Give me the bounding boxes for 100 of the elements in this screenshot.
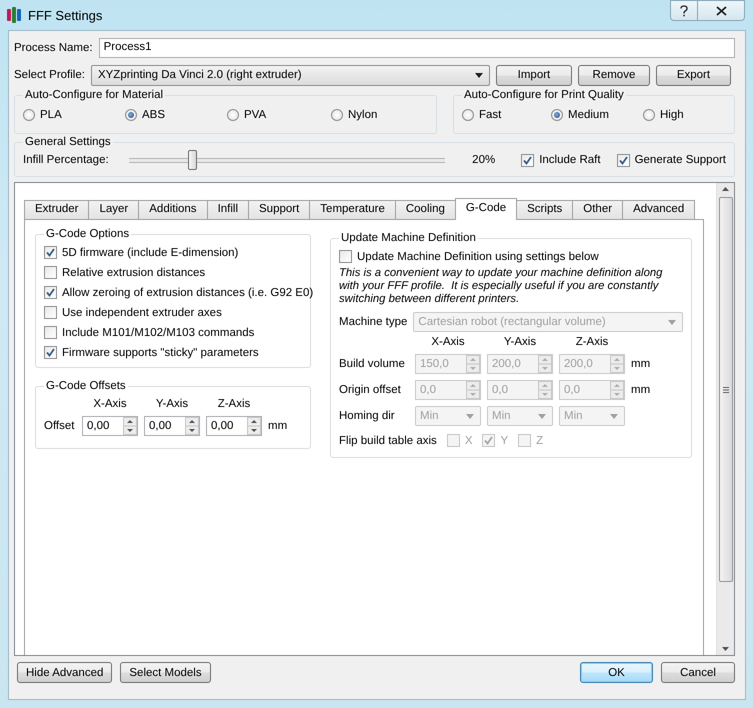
checkbox[interactable] — [446, 434, 460, 447]
slider-value: 20% — [471, 154, 496, 166]
tab[interactable]: Scripts — [517, 200, 574, 219]
grip-icon — [722, 386, 728, 392]
slider-label: Infill Percentage: — [23, 154, 109, 166]
help-button[interactable] — [670, 0, 698, 21]
radio-label[interactable]: High — [660, 109, 684, 121]
spin-box[interactable]: 0,00 — [206, 416, 262, 436]
spin-arrows-icon[interactable] — [185, 417, 199, 435]
checkbox[interactable] — [44, 266, 57, 279]
footer-button[interactable]: Hide Advanced — [17, 662, 112, 683]
group-title: G-Code Options — [46, 228, 130, 240]
axis-label: X-Axis — [92, 398, 128, 410]
row-label: Origin offset — [339, 384, 402, 396]
field-label: Process Name: — [14, 42, 93, 54]
dialog-button[interactable]: Cancel — [661, 662, 735, 683]
radio-button[interactable] — [125, 109, 137, 121]
close-icon — [716, 6, 726, 16]
tab[interactable]: Temperature — [310, 200, 396, 219]
checkbox[interactable] — [44, 326, 57, 339]
row-label: Offset — [44, 420, 76, 432]
profile-button[interactable]: Import — [496, 64, 572, 86]
group-title: G-Code Offsets — [46, 380, 126, 392]
profile-button[interactable]: Remove — [578, 64, 650, 86]
checkbox[interactable] — [616, 154, 630, 166]
tab[interactable]: Advanced — [623, 200, 696, 219]
footer-button[interactable]: Select Models — [120, 662, 211, 683]
app-icon — [7, 7, 21, 23]
caret-icon — [668, 320, 676, 324]
radio-label[interactable]: Fast — [479, 109, 502, 121]
slider-thumb[interactable] — [188, 150, 197, 170]
radio-button[interactable] — [227, 109, 239, 121]
radio-button[interactable] — [551, 109, 563, 121]
checkbox-label[interactable]: Generate Support — [634, 154, 726, 166]
radio-button[interactable] — [23, 109, 35, 121]
axis-label: Y-Axis — [154, 398, 190, 410]
group-title: Auto-Configure for Material — [25, 89, 164, 101]
radio-label[interactable]: PVA — [244, 109, 266, 121]
caret-icon — [538, 414, 546, 418]
checkbox[interactable] — [521, 154, 534, 166]
unit-label: mm — [631, 358, 652, 370]
profile-dropdown[interactable]: XYZprinting Da Vinci 2.0 (right extruder) — [90, 64, 490, 86]
unit-label: mm — [268, 420, 288, 432]
scroll-down-icon[interactable] — [722, 647, 729, 651]
tab[interactable]: Cooling — [396, 200, 456, 219]
spin-arrows-icon[interactable] — [123, 417, 137, 435]
field-label: Machine type — [339, 316, 408, 328]
field-label: Select Profile: — [14, 69, 85, 81]
checkbox[interactable] — [44, 346, 57, 359]
spin-box[interactable]: 0,00 — [82, 416, 138, 436]
checkbox-label[interactable]: Include M101/M102/M103 commands — [62, 326, 254, 338]
checkbox[interactable] — [44, 246, 57, 259]
caret-icon — [474, 72, 483, 78]
tab[interactable]: Infill — [208, 200, 250, 219]
checkbox[interactable] — [44, 306, 57, 319]
tab[interactable]: Additions — [139, 200, 208, 219]
unit-label: mm — [631, 384, 652, 396]
checkbox[interactable] — [339, 250, 352, 263]
tab[interactable]: Extruder — [24, 200, 90, 219]
checkbox-label[interactable]: Update Machine Definition using settings below — [357, 250, 599, 262]
spin-arrows-icon[interactable] — [247, 417, 261, 435]
radio-label[interactable]: Medium — [568, 109, 609, 121]
description-text: This is a convenient way to update your machine definition along with your FFF profile. It is especially useful if you are constantly switching between different printers. — [339, 267, 664, 306]
checkbox[interactable] — [44, 286, 57, 299]
group-title: Auto-Configure for Print Quality — [464, 89, 624, 101]
group-title: General Settings — [25, 136, 111, 148]
checkbox[interactable] — [482, 434, 496, 447]
close-button[interactable] — [698, 0, 745, 21]
axis-label: Z-Axis — [574, 336, 610, 348]
checkbox[interactable] — [518, 434, 532, 447]
axis-label: Z-Axis — [216, 398, 252, 410]
spin-box[interactable]: 0,00 — [144, 416, 200, 436]
radio-button[interactable] — [331, 109, 343, 121]
radio-label[interactable]: Nylon — [348, 109, 378, 121]
checkbox-label[interactable]: Relative extrusion distances — [62, 266, 206, 278]
help-icon — [680, 4, 688, 16]
checkbox-label[interactable]: Use independent extruder axes — [62, 306, 222, 318]
checkbox-label[interactable]: 5D firmware (include E-dimension) — [62, 246, 238, 258]
dialog-button[interactable]: OK — [580, 662, 653, 683]
profile-button[interactable]: Export — [656, 64, 731, 86]
radio-button[interactable] — [643, 109, 655, 121]
checkbox-label[interactable]: Include Raft — [539, 154, 601, 166]
tab[interactable]: Other — [573, 200, 624, 219]
checkbox-label[interactable]: Allow zeroing of extrusion distances (i.e. G92 E0) — [62, 286, 314, 298]
tab[interactable]: G-Code — [454, 198, 518, 220]
caret-icon — [610, 414, 618, 418]
row-label: Homing dir — [339, 410, 396, 422]
axis-label: Y-Axis — [502, 336, 538, 348]
scroll-up-icon[interactable] — [722, 187, 729, 191]
tab[interactable]: Layer — [89, 200, 140, 219]
radio-button[interactable] — [462, 109, 474, 121]
tab[interactable]: Support — [249, 200, 310, 219]
caret-icon — [466, 414, 474, 418]
checkbox-label[interactable]: Firmware supports "sticky" parameters — [62, 346, 259, 358]
field-label: Flip build table axis — [339, 434, 437, 446]
input-field[interactable]: Process1 — [98, 38, 735, 58]
scrollbar[interactable] — [716, 183, 734, 655]
radio-label[interactable]: PLA — [40, 109, 62, 121]
scroll-thumb[interactable] — [718, 197, 732, 582]
radio-label[interactable]: ABS — [142, 109, 166, 121]
